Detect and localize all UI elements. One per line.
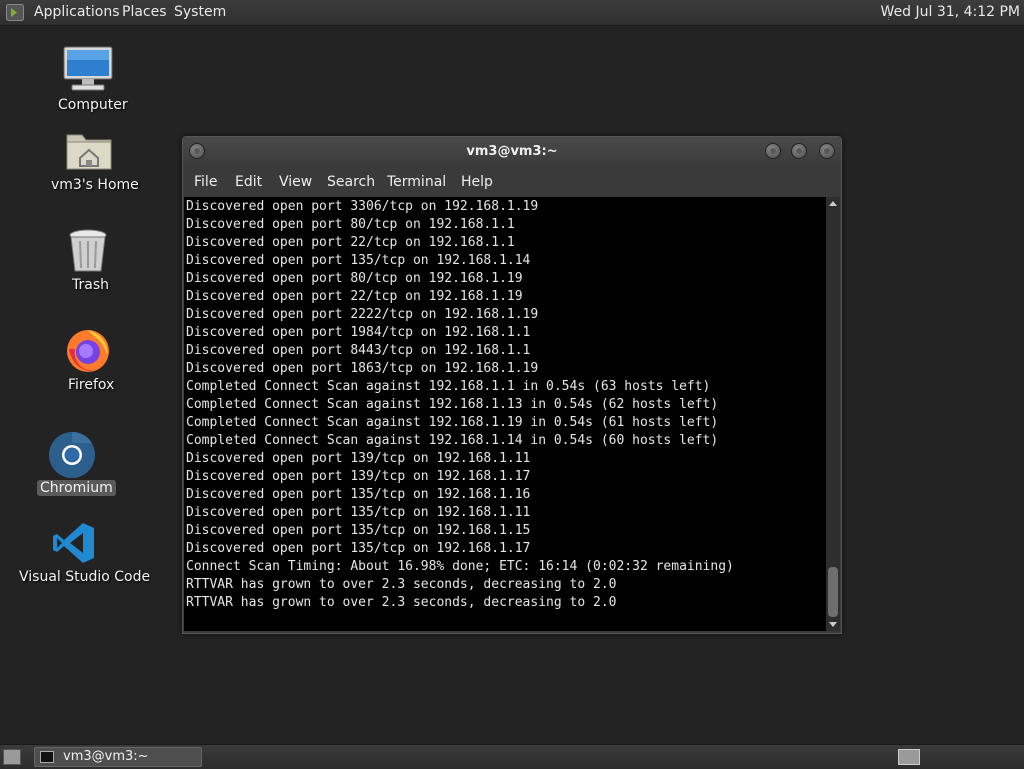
close-button[interactable]	[819, 143, 835, 159]
terminal-line: Discovered open port 135/tcp on 192.168.…	[186, 523, 531, 538]
menu-terminal[interactable]: Terminal	[387, 167, 446, 197]
trash-icon	[69, 229, 107, 272]
menu-edit[interactable]: Edit	[235, 167, 262, 197]
top-panel: Applications Places System Wed Jul 31, 4…	[0, 0, 1024, 26]
terminal-menubar: File Edit View Search Terminal Help	[183, 167, 841, 197]
terminal-line: Discovered open port 139/tcp on 192.168.…	[186, 451, 531, 466]
terminal-line: Discovered open port 1984/tcp on 192.168…	[186, 325, 531, 340]
home-folder-icon	[66, 134, 112, 170]
terminal-line: Discovered open port 139/tcp on 192.168.…	[186, 469, 531, 484]
terminal-line: Discovered open port 135/tcp on 192.168.…	[186, 253, 531, 268]
terminal-scrollbar[interactable]	[826, 197, 840, 631]
firefox-icon	[67, 330, 109, 372]
terminal-line: Discovered open port 8443/tcp on 192.168…	[186, 343, 531, 358]
terminal-line: Discovered open port 135/tcp on 192.168.…	[186, 487, 531, 502]
applications-menu[interactable]: Applications	[34, 0, 120, 25]
scroll-down-arrow-icon[interactable]	[829, 622, 837, 627]
desktop-icon-label: Computer	[58, 97, 128, 113]
clock[interactable]: Wed Jul 31, 4:12 PM	[881, 0, 1020, 25]
menu-view[interactable]: View	[279, 167, 312, 197]
terminal-output[interactable]: Discovered open port 3306/tcp on 192.168…	[184, 197, 826, 631]
menu-file[interactable]: File	[194, 167, 217, 197]
scroll-up-arrow-icon[interactable]	[829, 201, 837, 206]
scrollbar-thumb[interactable]	[828, 567, 838, 617]
bottom-panel: vm3@vm3:~	[0, 744, 1024, 769]
window-title: vm3@vm3:~	[466, 144, 558, 159]
minimize-button[interactable]	[765, 143, 781, 159]
places-menu[interactable]: Places	[122, 0, 167, 25]
computer-icon	[63, 46, 113, 91]
desktop-icon-label: vm3's Home	[51, 177, 139, 193]
chromium-icon	[49, 431, 95, 478]
terminal-line: Completed Connect Scan against 192.168.1…	[186, 415, 719, 430]
taskbar-terminal-button[interactable]: vm3@vm3:~	[34, 747, 202, 767]
terminal-icon	[40, 751, 54, 763]
terminal-line: Discovered open port 80/tcp on 192.168.1…	[186, 271, 523, 286]
terminal-line: Discovered open port 2222/tcp on 192.168…	[186, 307, 539, 322]
terminal-line: Discovered open port 22/tcp on 192.168.1…	[186, 289, 523, 304]
terminal-line: RTTVAR has grown to over 2.3 seconds, de…	[186, 595, 617, 610]
maximize-button[interactable]	[791, 143, 807, 159]
menu-help[interactable]: Help	[461, 167, 493, 197]
terminal-line: RTTVAR has grown to over 2.3 seconds, de…	[186, 577, 617, 592]
window-titlebar[interactable]: vm3@vm3:~	[183, 137, 841, 167]
system-menu[interactable]: System	[174, 0, 226, 25]
vscode-icon	[53, 523, 94, 563]
show-desktop-icon[interactable]	[3, 749, 21, 765]
terminal-line: Connect Scan Timing: About 16.98% done; …	[186, 559, 734, 574]
desktop-icon-label: Chromium	[37, 480, 116, 496]
terminal-line: Completed Connect Scan against 192.168.1…	[186, 397, 719, 412]
terminal-line: Discovered open port 80/tcp on 192.168.1…	[186, 217, 515, 232]
terminal-line: Discovered open port 22/tcp on 192.168.1…	[186, 235, 515, 250]
desktop-icon-label: Trash	[72, 277, 109, 293]
terminal-line: Completed Connect Scan against 192.168.1…	[186, 379, 711, 394]
terminal-line: Discovered open port 135/tcp on 192.168.…	[186, 541, 531, 556]
terminal-window: vm3@vm3:~ File Edit View Search Terminal…	[182, 136, 842, 634]
applications-logo-icon[interactable]	[6, 4, 24, 21]
menu-search[interactable]: Search	[327, 167, 375, 197]
terminal-line: Discovered open port 3306/tcp on 192.168…	[186, 199, 539, 214]
terminal-line: Discovered open port 1863/tcp on 192.168…	[186, 361, 539, 376]
workspace-switcher[interactable]	[898, 749, 920, 765]
desktop-icon-label: Visual Studio Code	[19, 569, 151, 585]
desktop-icon-label: Firefox	[68, 377, 115, 393]
taskbar-button-label: vm3@vm3:~	[63, 749, 149, 764]
terminal-line: Discovered open port 135/tcp on 192.168.…	[186, 505, 531, 520]
terminal-line: Completed Connect Scan against 192.168.1…	[186, 433, 719, 448]
